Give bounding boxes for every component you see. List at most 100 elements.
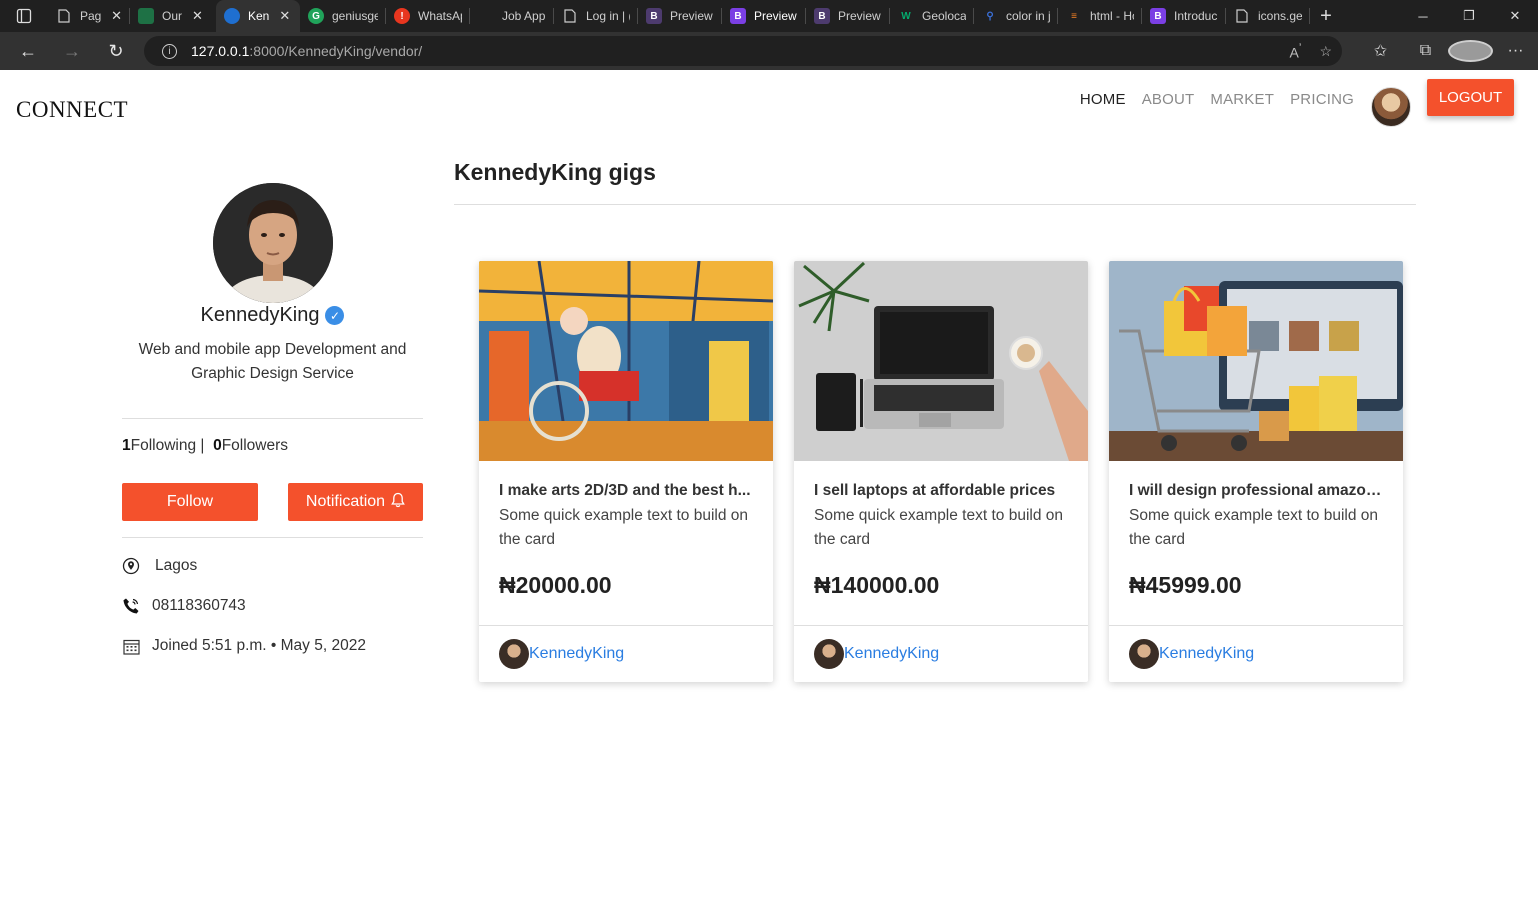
- following-count: 1: [122, 437, 131, 454]
- reload-icon[interactable]: ↻: [94, 32, 138, 70]
- gig-card[interactable]: I make arts 2D/3D and the best h... Some…: [479, 261, 773, 682]
- nav-pricing[interactable]: PRICING: [1290, 91, 1354, 108]
- browser-tab[interactable]: icons.get: [1226, 0, 1310, 32]
- location-text: Lagos: [155, 557, 198, 574]
- browser-tab[interactable]: ! WhatsAp: [386, 0, 470, 32]
- profile-avatar: [213, 183, 333, 303]
- profile-username: KennedyKing: [200, 304, 320, 326]
- follow-stats: 1Following | 0Followers: [122, 437, 288, 455]
- main-nav: HOME ABOUT MARKET PRICING: [1080, 91, 1354, 108]
- phone-row: 08118360743: [122, 597, 246, 615]
- close-tab-icon[interactable]: ✕: [192, 8, 203, 24]
- bootstrap-icon: B: [814, 8, 830, 24]
- bootstrap-icon: B: [1150, 8, 1166, 24]
- seller-link[interactable]: KennedyKing: [844, 645, 939, 663]
- follow-button[interactable]: Follow: [122, 483, 258, 521]
- browser-tab[interactable]: B Preview: [722, 0, 806, 32]
- gig-price: ₦140000.00: [814, 572, 940, 598]
- new-tab-icon[interactable]: +: [1310, 5, 1342, 28]
- notification-label: Notification: [305, 493, 386, 510]
- divider: [122, 418, 423, 419]
- sheet-icon: [138, 8, 154, 24]
- gig-image[interactable]: [479, 261, 773, 461]
- seller-avatar[interactable]: [499, 639, 529, 669]
- profile-bio: Web and mobile app Development and Graph…: [138, 341, 407, 382]
- read-aloud-icon[interactable]: Aʼ: [1290, 42, 1302, 61]
- browser-tab[interactable]: Log in | (: [554, 0, 638, 32]
- user-avatar[interactable]: [1371, 87, 1411, 127]
- minimize-icon[interactable]: ─: [1400, 0, 1446, 32]
- page-icon: [1234, 8, 1250, 24]
- job-icon: [478, 8, 494, 24]
- browser-tab[interactable]: ⚲ color in j: [974, 0, 1058, 32]
- restore-icon[interactable]: ❐: [1446, 0, 1492, 32]
- browser-tab[interactable]: ≡ html - Ho: [1058, 0, 1142, 32]
- page-icon: [562, 8, 578, 24]
- seller-avatar[interactable]: [814, 639, 844, 669]
- browser-tab[interactable]: B Preview: [638, 0, 722, 32]
- following-label[interactable]: Following |: [131, 437, 205, 454]
- browser-tab[interactable]: B Preview: [806, 0, 890, 32]
- settings-more-icon[interactable]: ···: [1493, 42, 1538, 60]
- profile-icon[interactable]: [1448, 40, 1493, 62]
- followers-label[interactable]: Followers: [222, 437, 288, 454]
- add-favorite-icon[interactable]: ☆: [1319, 43, 1332, 60]
- gig-description: Some quick example text to build on the …: [1129, 507, 1378, 548]
- gig-description: Some quick example text to build on the …: [814, 507, 1063, 548]
- nav-about[interactable]: ABOUT: [1142, 91, 1195, 108]
- gig-title[interactable]: I will design professional amazon...: [1129, 482, 1383, 500]
- phone-icon: [122, 597, 140, 615]
- browser-tab-active[interactable]: Ken ✕: [216, 0, 300, 32]
- gig-price: ₦45999.00: [1129, 572, 1242, 598]
- seller-link[interactable]: KennedyKing: [1159, 645, 1254, 663]
- forward-icon[interactable]: →: [50, 32, 94, 70]
- favorites-icon[interactable]: ✩: [1358, 41, 1403, 61]
- genius-icon: G: [308, 8, 324, 24]
- gig-price: ₦20000.00: [499, 572, 612, 598]
- notification-button[interactable]: Notification: [288, 483, 423, 521]
- browser-tab-strip: Pag ✕ Our ✕ Ken ✕ G geniusge ! WhatsAp J…: [0, 0, 1538, 32]
- gig-footer: KennedyKing: [794, 625, 1088, 682]
- calendar-icon: [122, 637, 140, 655]
- profile-name-row: KennedyKing ✓: [122, 304, 423, 327]
- close-tab-icon[interactable]: ✕: [279, 8, 290, 24]
- browser-tab[interactable]: B Introduc: [1142, 0, 1226, 32]
- divider: [454, 204, 1416, 205]
- browser-tab[interactable]: W Geolocat: [890, 0, 974, 32]
- stackoverflow-icon: ≡: [1071, 10, 1077, 22]
- whatsapp-icon: !: [394, 8, 410, 24]
- gigs-heading: KennedyKing gigs: [454, 159, 656, 185]
- nav-market[interactable]: MARKET: [1210, 91, 1274, 108]
- gig-card[interactable]: I will design professional amazon... Som…: [1109, 261, 1403, 682]
- seller-link[interactable]: KennedyKing: [529, 645, 624, 663]
- search-icon: ⚲: [986, 10, 994, 22]
- bootstrap-icon: B: [646, 8, 662, 24]
- gig-title[interactable]: I sell laptops at affordable prices: [814, 482, 1068, 500]
- back-icon[interactable]: ←: [6, 32, 50, 70]
- phone-text: 08118360743: [152, 597, 246, 614]
- edge-icon: [224, 8, 240, 24]
- gig-card[interactable]: I sell laptops at affordable prices Some…: [794, 261, 1088, 682]
- site-brand[interactable]: CONNECT: [16, 97, 128, 123]
- location-pin-icon: [122, 557, 140, 575]
- url-input[interactable]: i 127.0.0.1:8000/KennedyKing/vendor/ Aʼ …: [144, 36, 1342, 66]
- close-tab-icon[interactable]: ✕: [111, 8, 122, 24]
- browser-tab[interactable]: Job Appl: [470, 0, 554, 32]
- browser-tab[interactable]: Pag ✕: [48, 0, 130, 32]
- nav-home[interactable]: HOME: [1080, 91, 1126, 108]
- bell-icon: [391, 492, 405, 513]
- collections-icon[interactable]: ⧉: [1403, 42, 1448, 60]
- tab-actions-icon[interactable]: [0, 0, 48, 32]
- browser-tab[interactable]: G geniusge: [300, 0, 386, 32]
- gig-image[interactable]: [794, 261, 1088, 461]
- logout-button[interactable]: LOGOUT: [1427, 79, 1514, 116]
- site-info-icon[interactable]: i: [162, 43, 177, 59]
- divider: [122, 537, 423, 538]
- gig-footer: KennedyKing: [479, 625, 773, 682]
- address-bar: ← → ↻ i 127.0.0.1:8000/KennedyKing/vendo…: [0, 32, 1538, 70]
- gig-title[interactable]: I make arts 2D/3D and the best h...: [499, 482, 753, 500]
- browser-tab[interactable]: Our ✕: [130, 0, 216, 32]
- gig-image[interactable]: [1109, 261, 1403, 461]
- close-window-icon[interactable]: ✕: [1492, 0, 1538, 32]
- seller-avatar[interactable]: [1129, 639, 1159, 669]
